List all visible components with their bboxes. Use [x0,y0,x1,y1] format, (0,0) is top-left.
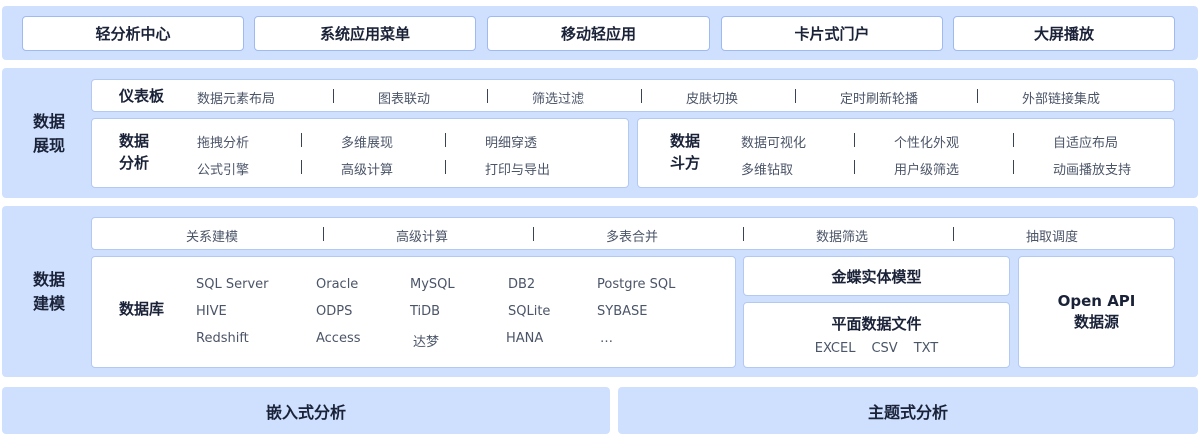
database-item: Postgre SQL [597,277,676,292]
menu-light-analysis-center[interactable]: 轻分析中心 [22,16,244,51]
database-item: SYBASE [597,304,648,319]
separator [641,89,642,103]
menu-system-app-menu[interactable]: 系统应用菜单 [254,16,476,51]
format-csv: CSV [871,341,898,356]
database-title: 数据库 [119,300,165,318]
database-item: Oracle [316,277,359,292]
doufang-item: 数据可视化 [741,136,807,151]
modeling-feature: 高级计算 [396,230,449,245]
data-analysis-title: 数据 分析 [119,132,150,172]
separator [743,227,744,241]
database-item: HANA [506,331,544,346]
analysis-item: 高级计算 [341,163,394,178]
separator [301,160,302,174]
database-item: SQLite [508,304,551,319]
entity-model-box: 金蝶实体模型 [743,256,1010,296]
flat-file-title: 平面数据文件 [831,315,922,333]
separator [854,160,855,174]
database-item: HIVE [196,304,227,319]
separator [333,89,334,103]
data-display-title: 数据 展现 [32,112,65,155]
separator [533,227,534,241]
database-item: 达梦 [413,335,440,350]
database-item: DB2 [508,277,536,292]
separator [854,133,855,147]
analysis-item: 明细穿透 [485,136,538,151]
embedded-analysis[interactable]: 嵌入式分析 [2,387,610,434]
separator [445,133,446,147]
separator [323,227,324,241]
entity-model-label: 金蝶实体模型 [831,267,922,286]
dashboard-item: 皮肤切换 [686,92,739,107]
doufang-item: 用户级筛选 [894,163,960,178]
database-item: Redshift [196,331,249,346]
doufang-item: 多维钻取 [741,163,794,178]
data-modeling-title: 数据 建模 [32,270,65,313]
thematic-analysis[interactable]: 主题式分析 [618,387,1198,434]
modeling-feature: 关系建模 [186,230,239,245]
separator [977,89,978,103]
doufang-item: 动画播放支持 [1053,163,1132,178]
separator [795,89,796,103]
database-item: … [600,331,613,346]
analysis-item: 打印与导出 [485,163,551,178]
separator [487,89,488,103]
database-item: ODPS [316,304,353,319]
dashboard-item: 定时刷新轮播 [840,92,919,107]
dashboard-item: 数据元素布局 [197,92,276,107]
database-item: SQL Server [196,277,269,292]
separator [445,160,446,174]
database-item: Access [316,331,361,346]
dashboard-item: 图表联动 [378,92,431,107]
doufang-item: 个性化外观 [894,136,960,151]
doufang-item: 自适应布局 [1053,136,1119,151]
modeling-feature: 多表合并 [606,230,659,245]
dashboard-title: 仪表板 [119,87,165,105]
menu-big-screen[interactable]: 大屏播放 [953,16,1175,51]
flat-file-box [743,302,1010,368]
separator [953,227,954,241]
modeling-feature: 数据筛选 [816,230,869,245]
dashboard-item: 外部链接集成 [1022,92,1101,107]
menu-card-portal[interactable]: 卡片式门户 [721,16,943,51]
database-item: MySQL [410,277,455,292]
database-item: TiDB [410,304,441,319]
open-api-label: Open API 数据源 [1057,292,1136,331]
dashboard-item: 筛选过滤 [532,92,585,107]
format-excel: EXCEL [814,341,856,356]
flat-file-formats: EXCEL CSV TXT [743,341,1010,356]
format-txt: TXT [913,341,939,356]
menu-mobile-light-app[interactable]: 移动轻应用 [487,16,710,51]
separator [1013,160,1014,174]
analysis-item: 拖拽分析 [197,136,250,151]
modeling-feature: 抽取调度 [1026,230,1079,245]
separator [301,133,302,147]
analysis-item: 多维展现 [341,136,394,151]
separator [1013,133,1014,147]
open-api-box: Open API 数据源 [1018,256,1175,368]
analysis-item: 公式引擎 [197,163,250,178]
data-doufang-title: 数据 斗方 [670,132,701,172]
